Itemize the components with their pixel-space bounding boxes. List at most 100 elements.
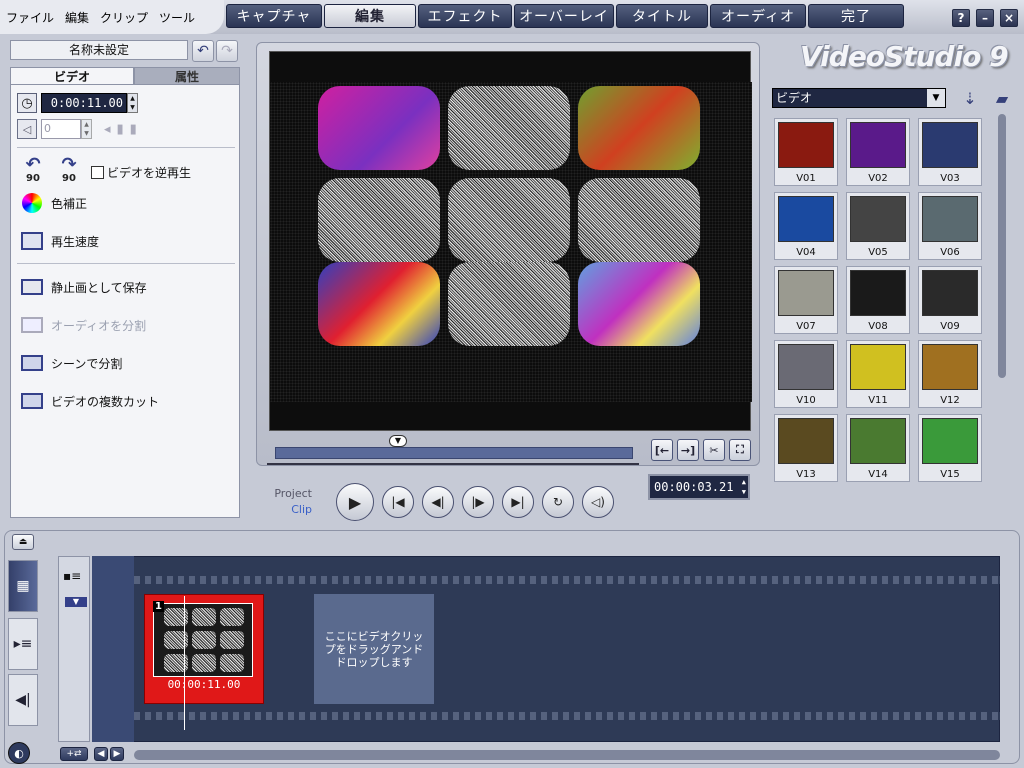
- rotate-right-button[interactable]: ↷ 90: [55, 156, 83, 187]
- track-dropdown-icon[interactable]: ▼: [65, 597, 87, 607]
- library-item[interactable]: V12: [918, 340, 982, 408]
- library-item[interactable]: V10: [774, 340, 838, 408]
- chevron-down-icon[interactable]: ▼: [927, 89, 945, 107]
- duration-field[interactable]: 0:00:11.00: [41, 93, 127, 113]
- library-item[interactable]: V09: [918, 266, 982, 334]
- help-button[interactable]: ?: [952, 9, 970, 27]
- jog-slider-handle[interactable]: ▼: [389, 435, 407, 447]
- timeline-view-tab[interactable]: ▸≡: [8, 618, 38, 670]
- tab-effect[interactable]: エフェクト: [418, 4, 512, 28]
- library-item[interactable]: V03: [918, 118, 982, 186]
- track-settings-icon[interactable]: ▪≡: [63, 569, 81, 583]
- tab-share[interactable]: 完了: [808, 4, 904, 28]
- library-item[interactable]: V13: [774, 414, 838, 482]
- mark-out-button[interactable]: →]: [677, 439, 699, 461]
- film-perforation-top: [134, 576, 1000, 584]
- volume-spinner[interactable]: ▲ ▼: [81, 119, 92, 139]
- mark-in-button[interactable]: [←: [651, 439, 673, 461]
- library-item[interactable]: V14: [846, 414, 910, 482]
- audio-view-tab[interactable]: ◀|: [8, 674, 38, 726]
- tab-video-options[interactable]: ビデオ: [10, 67, 134, 85]
- play-button[interactable]: ▶: [336, 483, 374, 521]
- library-item[interactable]: V02: [846, 118, 910, 186]
- library-item[interactable]: V05: [846, 192, 910, 260]
- undo-button[interactable]: ↶: [192, 40, 214, 62]
- system-volume-button[interactable]: ◁): [582, 486, 614, 518]
- save-still-button[interactable]: 静止画として保存: [19, 275, 147, 299]
- tab-edit[interactable]: 編集: [324, 4, 416, 28]
- minimize-button[interactable]: –: [976, 9, 994, 27]
- library-thumbnail: [850, 344, 906, 390]
- fullscreen-button[interactable]: ⛶: [729, 439, 751, 461]
- storyboard-view-tab[interactable]: ▦: [8, 560, 38, 612]
- playhead[interactable]: [184, 596, 185, 730]
- color-correction-button[interactable]: 色補正: [19, 191, 87, 215]
- step-tabs: キャプチャ 編集 エフェクト オーバーレイ タイトル オーディオ 完了: [226, 4, 906, 30]
- repeat-button[interactable]: ↻: [542, 486, 574, 518]
- menu-edit[interactable]: 編集: [65, 9, 89, 26]
- trim-bar[interactable]: [275, 447, 633, 459]
- previous-frame-button[interactable]: ◀|: [422, 486, 454, 518]
- divider: [17, 147, 235, 148]
- reverse-checkbox[interactable]: [91, 165, 104, 179]
- options-panel: 名称未設定 ↶ ↷ ビデオ 属性 ◷ 0:00:11.00 ▲ ▼ ◁ 0 ▲ ▼ …: [8, 38, 240, 520]
- rotate-left-label: 90: [26, 173, 40, 184]
- multi-trim-button[interactable]: ビデオの複数カット: [19, 389, 159, 413]
- preview-frame: ▼ [← →] ✂ ⛶: [256, 42, 760, 466]
- timeline-options-button[interactable]: ◐: [8, 742, 30, 764]
- tv-face-4: [578, 262, 700, 346]
- split-by-scene-label: シーンで分割: [51, 356, 123, 371]
- library-scrollbar[interactable]: [998, 114, 1006, 378]
- library-item[interactable]: V01: [774, 118, 838, 186]
- timeline-icon: ▸≡: [13, 636, 33, 652]
- cut-button[interactable]: ✂: [703, 439, 725, 461]
- library-item[interactable]: V06: [918, 192, 982, 260]
- project-label[interactable]: Project: [266, 486, 312, 502]
- end-button[interactable]: ▶|: [502, 486, 534, 518]
- sort-button[interactable]: ⇣: [958, 86, 982, 110]
- volume-field[interactable]: 0: [41, 119, 81, 139]
- tab-overlay[interactable]: オーバーレイ: [514, 4, 614, 28]
- clip-label[interactable]: Clip: [266, 502, 312, 518]
- library-item[interactable]: V07: [774, 266, 838, 334]
- close-button[interactable]: ×: [1000, 9, 1018, 27]
- timeline-clip[interactable]: 1 00:00:11.00: [144, 594, 264, 704]
- rotate-left-button[interactable]: ↶ 90: [19, 156, 47, 187]
- split-audio-button[interactable]: オーディオを分割: [19, 313, 146, 337]
- eject-button[interactable]: ⏏: [12, 534, 34, 550]
- sort-icon: ⇣: [963, 88, 977, 108]
- menu-file[interactable]: ファイル: [6, 9, 54, 26]
- drop-zone[interactable]: ここにビデオクリップをドラッグアンドドロップします: [314, 594, 434, 704]
- menu-tools[interactable]: ツール: [159, 9, 195, 26]
- library-item[interactable]: V04: [774, 192, 838, 260]
- library-item[interactable]: V15: [918, 414, 982, 482]
- playback-speed-button[interactable]: 再生速度: [19, 229, 99, 253]
- duration-spinner[interactable]: ▲ ▼: [127, 93, 138, 113]
- project-clip-switch[interactable]: Project Clip: [266, 486, 312, 518]
- tv-face-3: [318, 262, 440, 346]
- menu-clip[interactable]: クリップ: [100, 9, 148, 26]
- add-track-button[interactable]: +⇄: [60, 747, 88, 761]
- scroll-right-button[interactable]: ▶: [110, 747, 124, 761]
- library-item[interactable]: V08: [846, 266, 910, 334]
- scroll-left-button[interactable]: ◀: [94, 747, 108, 761]
- redo-button[interactable]: ↷: [216, 40, 238, 62]
- color-wheel-icon: [19, 191, 45, 215]
- tv-static: [448, 86, 570, 170]
- tab-attributes[interactable]: 属性: [134, 67, 240, 85]
- timecode-spinner[interactable]: ▲ ▼: [742, 477, 746, 497]
- project-name: 名称未設定: [10, 40, 188, 60]
- library-item-label: V05: [868, 247, 888, 258]
- library-category-select[interactable]: ビデオ ▼: [772, 88, 946, 108]
- home-button[interactable]: |◀: [382, 486, 414, 518]
- tab-capture[interactable]: キャプチャ: [226, 4, 322, 28]
- timeline-scrollbar[interactable]: [134, 750, 1000, 760]
- split-by-scene-button[interactable]: シーンで分割: [19, 351, 122, 375]
- timecode-field[interactable]: 00:00:03.21 ▲ ▼: [648, 474, 750, 500]
- tab-title[interactable]: タイトル: [616, 4, 708, 28]
- tab-audio[interactable]: オーディオ: [710, 4, 806, 28]
- next-frame-button[interactable]: |▶: [462, 486, 494, 518]
- library-item[interactable]: V11: [846, 340, 910, 408]
- add-icon: +⇄: [66, 749, 82, 759]
- open-folder-button[interactable]: ▰: [990, 86, 1014, 110]
